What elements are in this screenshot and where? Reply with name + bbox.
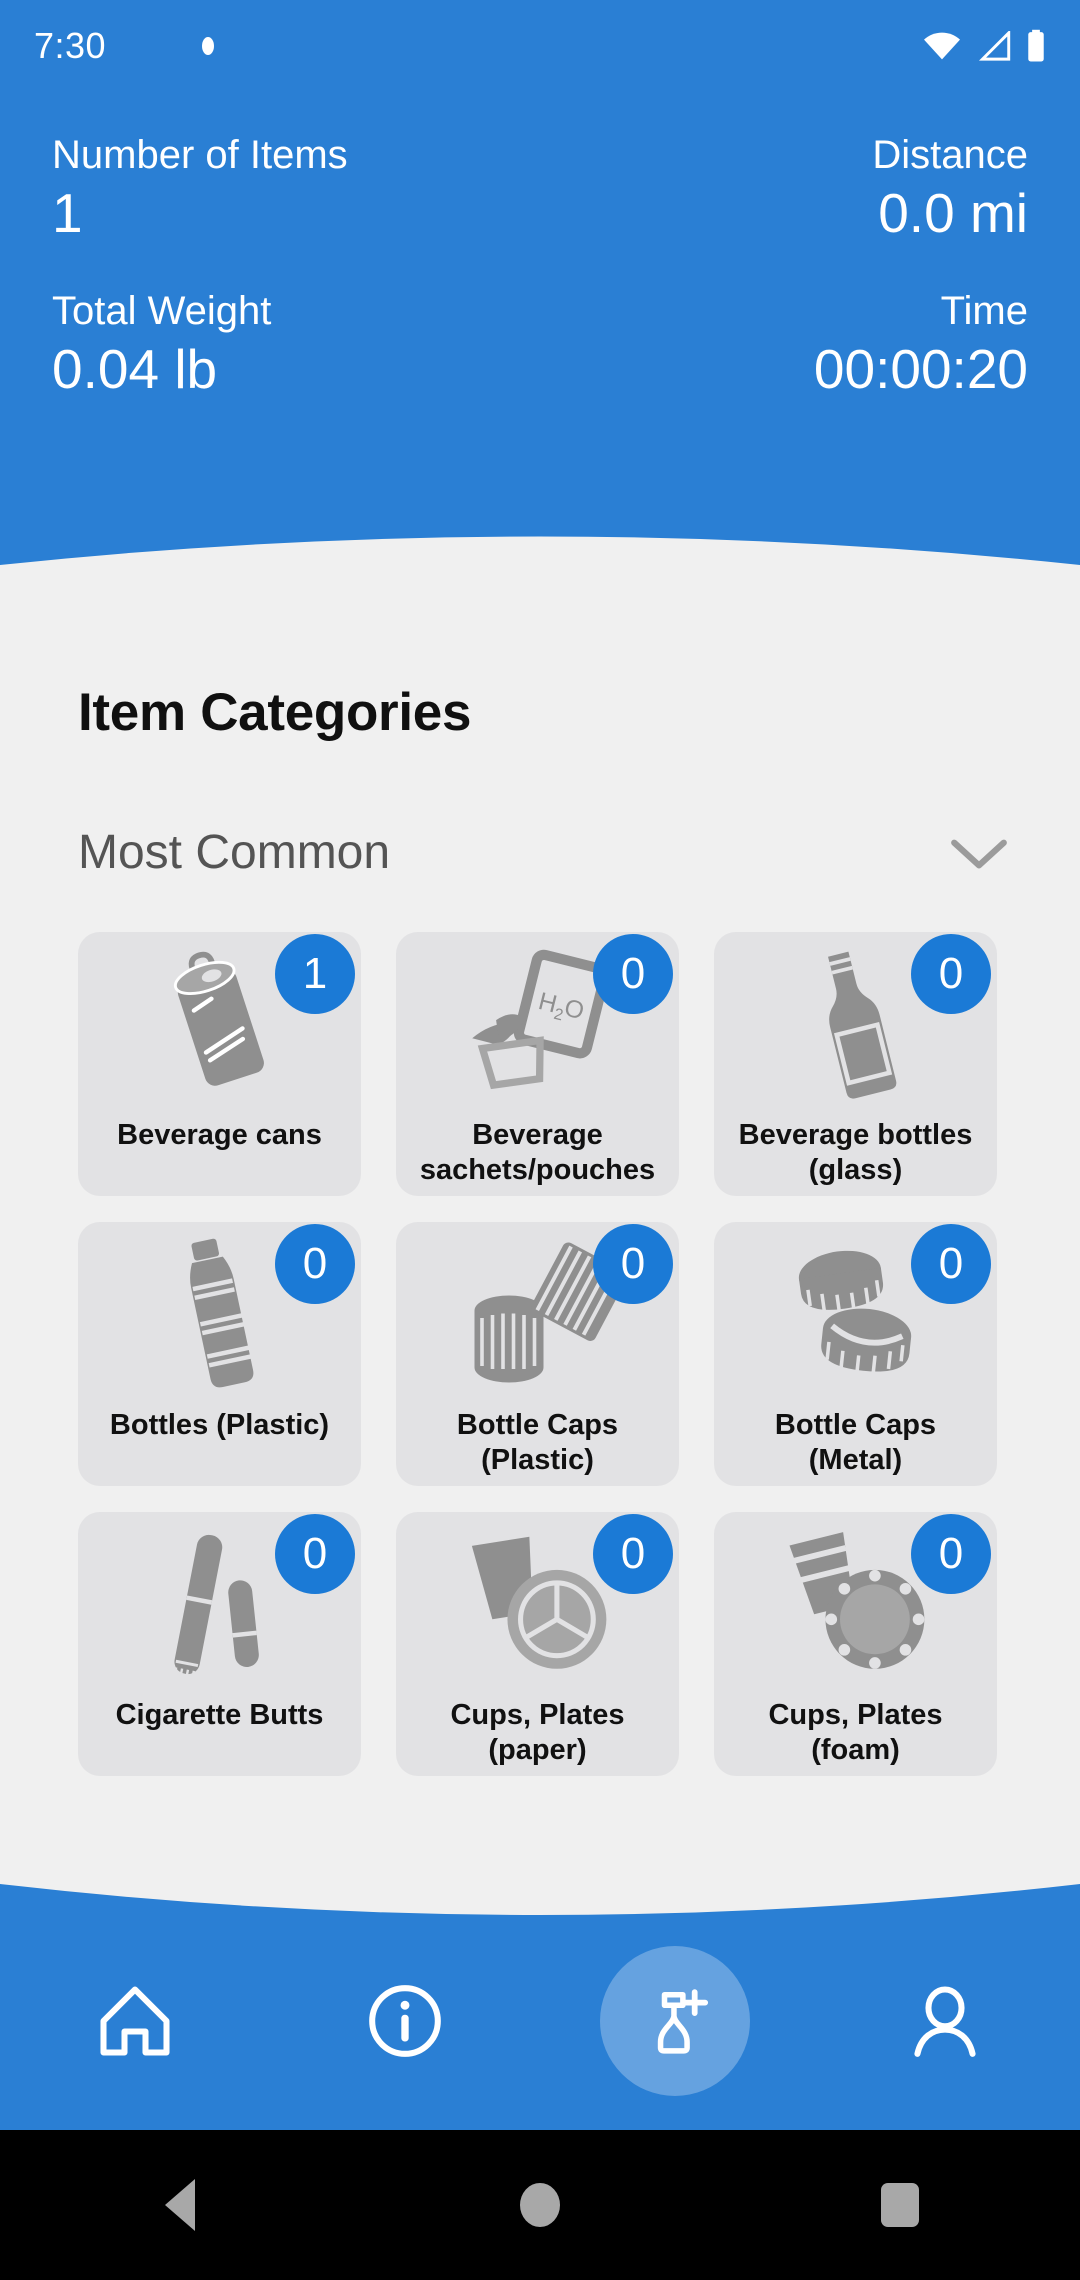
stat-label: Distance <box>872 133 1028 177</box>
stat-total-weight: Total Weight 0.04 lb <box>52 288 271 402</box>
battery-icon <box>1028 29 1044 62</box>
main-content: Item Categories Most Common 1 Beverage ca… <box>0 620 1080 1890</box>
category-count-badge[interactable]: 0 <box>911 1224 991 1304</box>
stat-time: Time 00:00:20 <box>814 288 1028 402</box>
status-bar-icons <box>922 29 1046 63</box>
category-card[interactable]: 1 Beverage cans <box>78 932 361 1196</box>
category-card[interactable]: 0 Cups, Plates (paper) <box>396 1512 679 1776</box>
page-title: Item Categories <box>78 683 472 742</box>
category-card[interactable]: 0 Bottles (Plastic) <box>78 1222 361 1486</box>
stat-value: 0.04 lb <box>52 338 218 401</box>
category-count-badge[interactable]: 0 <box>911 1514 991 1594</box>
bottom-navigation-bar <box>0 1870 1080 2130</box>
stat-label: Total Weight <box>52 289 272 334</box>
home-icon[interactable] <box>93 1979 177 2063</box>
category-label: Beverage cans <box>117 1119 322 1151</box>
header-panel: 7:30 Number of Items 1 Distance 0.0 mi T… <box>0 0 1080 620</box>
chevron-down-icon[interactable] <box>948 833 1010 873</box>
stat-distance: Distance 0.0 mi <box>872 132 1028 246</box>
wifi-icon <box>924 32 960 60</box>
category-count-badge[interactable]: 0 <box>593 1224 673 1304</box>
category-card[interactable]: 0 Beverage bottles (glass) <box>714 932 997 1196</box>
system-recents-button[interactable] <box>720 2183 1080 2227</box>
category-label: Beverage sachets/pouches <box>419 1119 656 1187</box>
header-stats: Number of Items 1 Distance 0.0 mi Total … <box>0 132 1080 402</box>
person-icon[interactable] <box>903 1979 987 2063</box>
status-bar-time: 7:30 <box>34 25 107 66</box>
category-label: Bottle Caps (Metal) <box>774 1409 937 1477</box>
category-label: Cups, Plates (foam) <box>768 1699 943 1767</box>
category-grid: 1 Beverage cans H2O 0 Beverage sachets/pouc… <box>0 880 1080 1802</box>
stat-label: Time <box>940 289 1028 334</box>
home-circle-icon[interactable] <box>520 2183 560 2227</box>
category-card[interactable]: 0 Bottle Caps (Metal) <box>714 1222 997 1486</box>
stats-row: Number of Items 1 Distance 0.0 mi <box>52 132 1028 246</box>
status-bar: 7:30 <box>0 0 1080 92</box>
nav-item-profile[interactable] <box>810 1941 1080 2101</box>
category-card[interactable]: 0 Cigarette Butts <box>78 1512 361 1776</box>
system-back-button[interactable] <box>0 2179 360 2231</box>
category-count-badge[interactable]: 0 <box>275 1224 355 1304</box>
back-triangle-icon[interactable] <box>165 2179 195 2231</box>
android-system-nav <box>0 2130 1080 2280</box>
category-card[interactable]: 0 Bottle Caps (Plastic) <box>396 1222 679 1486</box>
nav-item-home[interactable] <box>0 1941 270 2101</box>
svg-text:H2O: H2O <box>534 988 586 1029</box>
category-label: Beverage bottles (glass) <box>738 1119 973 1187</box>
recents-square-icon[interactable] <box>881 2183 919 2227</box>
section-header-most-common[interactable]: Most Common <box>0 743 1080 880</box>
category-card[interactable]: H2O 0 Beverage sachets/pouches <box>396 932 679 1196</box>
add-trash-bag-icon[interactable] <box>633 1979 717 2063</box>
stat-value: 00:00:20 <box>813 338 1028 401</box>
category-label: Bottles (Plastic) <box>109 1409 330 1441</box>
system-home-button[interactable] <box>360 2183 720 2227</box>
category-label: Bottle Caps (Plastic) <box>456 1409 619 1477</box>
stat-value: 0.0 mi <box>878 182 1028 245</box>
category-count-badge[interactable]: 0 <box>275 1514 355 1594</box>
section-title: Most Common <box>78 826 391 879</box>
notification-dot-icon <box>202 37 215 55</box>
cellular-signal-icon <box>978 31 1011 61</box>
category-count-badge[interactable]: 1 <box>275 934 355 1014</box>
category-label: Cigarette Butts <box>115 1699 324 1731</box>
category-count-badge[interactable]: 0 <box>911 934 991 1014</box>
stat-value: 1 <box>52 182 83 245</box>
stat-number-of-items: Number of Items 1 <box>52 132 348 246</box>
category-count-badge[interactable]: 0 <box>593 1514 673 1594</box>
nav-item-info[interactable] <box>270 1941 540 2101</box>
stats-row: Total Weight 0.04 lb Time 00:00:20 <box>52 288 1028 402</box>
nav-item-add-bag[interactable] <box>540 1941 810 2101</box>
app-screen: 7:30 Number of Items 1 Distance 0.0 mi T… <box>0 0 1080 2280</box>
category-card[interactable]: 0 Cups, Plates (foam) <box>714 1512 997 1776</box>
category-count-badge[interactable]: 0 <box>593 934 673 1014</box>
info-icon[interactable] <box>363 1979 447 2063</box>
stat-label: Number of Items <box>52 133 348 177</box>
category-label: Cups, Plates (paper) <box>450 1699 625 1767</box>
